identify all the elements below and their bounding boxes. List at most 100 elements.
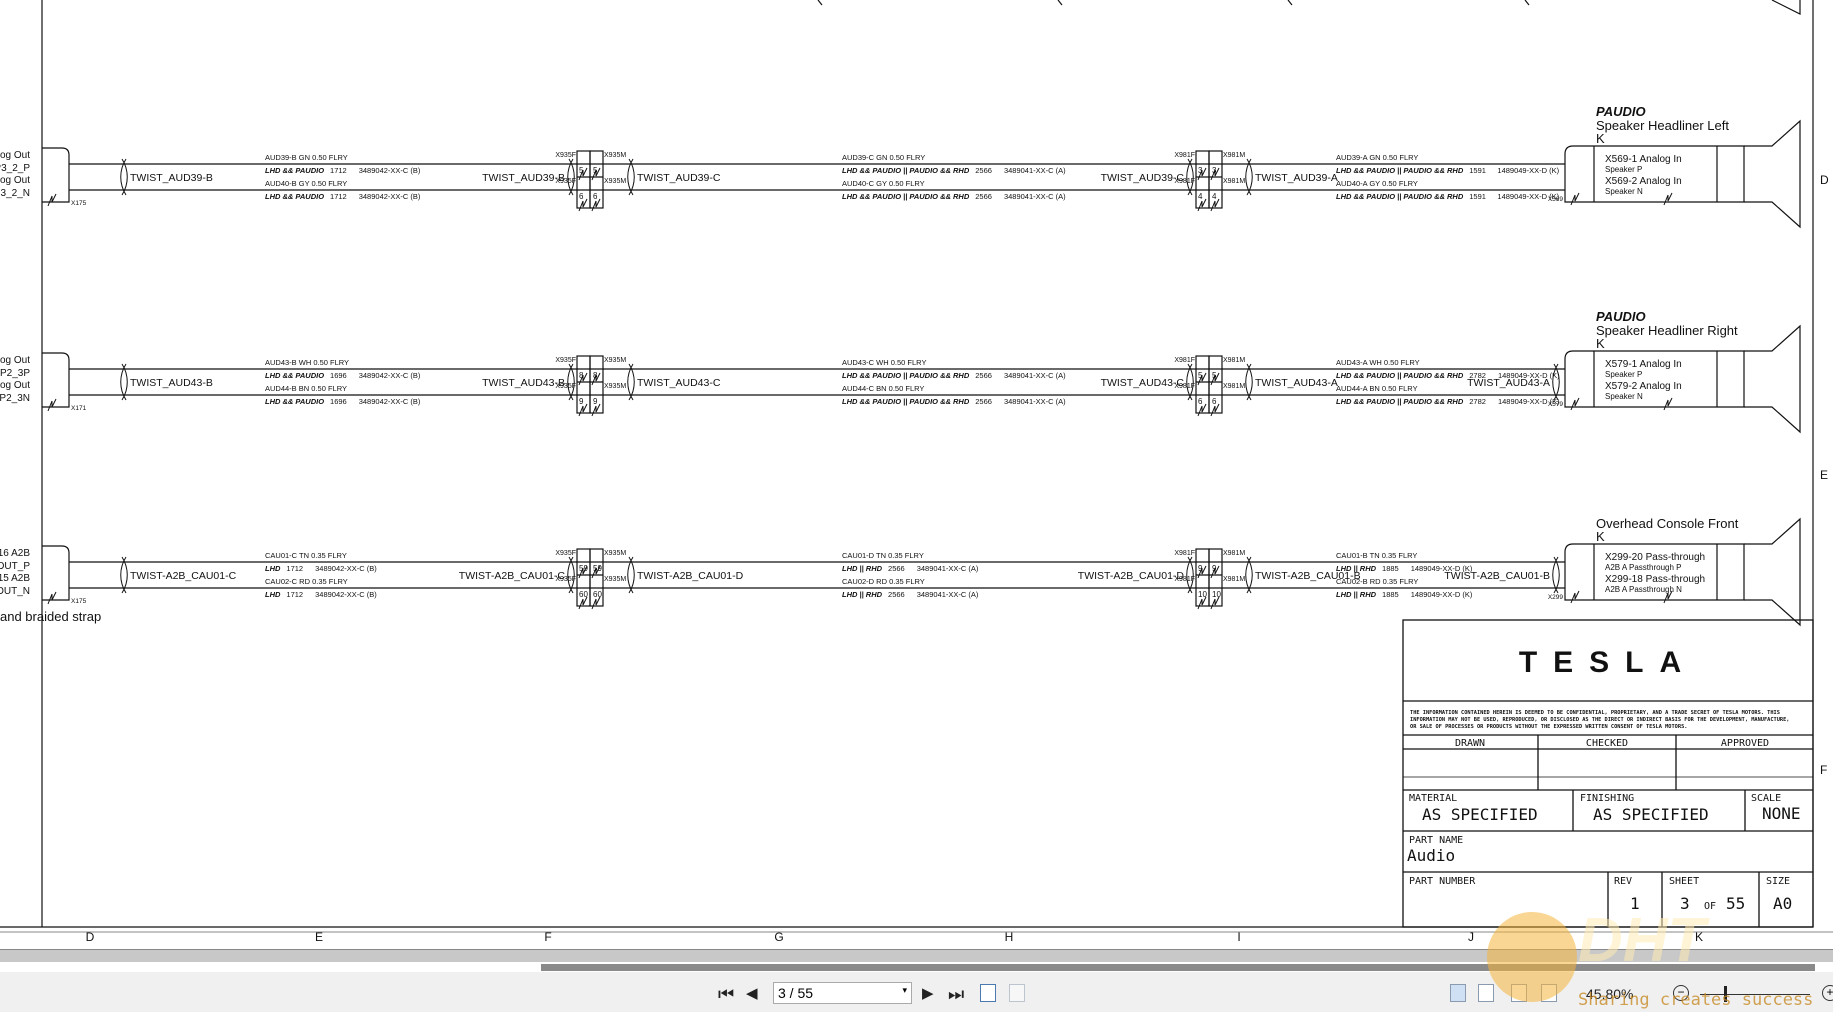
connector-label: X935M [604,152,626,159]
wire-spec: AUD44-C BN 0.50 FLRY [842,384,924,393]
finishing-label: FINISHING [1580,793,1634,804]
wire-condition: LHD || RHD 2566 3489041-XX-C (A) [842,590,979,599]
device-pin-desc: Speaker N [1605,392,1643,401]
speaker-icon [1744,119,1801,229]
go-back-view-icon[interactable] [980,984,996,1002]
column-letter: H [1005,930,1014,944]
connector-label: X981M [1223,550,1245,557]
connector-label: X935F [555,178,576,185]
connector-label: X981M [1223,576,1245,583]
single-page-view-icon[interactable] [1450,984,1466,1002]
wire-condition: LHD 1712 3489042-XX-C (B) [265,564,377,573]
scale-label: SCALE [1751,793,1781,804]
twist-label: TWIST_AUD43-C [1101,377,1185,389]
size-label: SIZE [1766,876,1790,887]
connector-label: X935F [555,576,576,583]
prev-page-icon[interactable]: ◀ [746,984,758,1004]
source-pin-label: MP2_3N [0,393,30,404]
speaker-icon [1744,324,1801,434]
connector-label: X299 [1548,594,1564,601]
device-pin: X299-18 Pass-through [1605,574,1705,585]
continuous-view-icon[interactable] [1478,984,1494,1002]
wire-spec: AUD39-C GN 0.50 FLRY [842,153,925,162]
size-value: A0 [1773,894,1792,913]
device-pin-desc: A2B A Passthrough N [1605,585,1682,594]
column-letter: F [544,930,551,944]
go-forward-view-icon[interactable] [1009,984,1025,1002]
part-name-value: Audio [1407,846,1455,865]
twist-label: TWIST_AUD39-B [482,172,565,184]
confidential-line-2: INFORMATION MAY NOT BE USED, REPRODUCED,… [1410,717,1790,723]
twist-label: TWIST-A2B_CAU01-C [130,570,237,582]
first-page-icon[interactable]: ⏮ [718,984,734,1004]
source-pin-label: og Out [0,380,30,391]
wire-spec: AUD44-A BN 0.50 FLRY [1336,384,1418,393]
wire-spec: CAU01-D TN 0.35 FLRY [842,551,924,560]
twist-label: TWIST_AUD43-B [130,377,213,389]
wire-condition: LHD && PAUDIO || PAUDIO && RHD 2566 348904… [842,397,1066,406]
row-letter: E [1820,468,1828,482]
device-name: Speaker Headliner Right [1596,323,1738,338]
pin-number: 60 [593,590,602,599]
device-pin: X579-2 Analog In [1605,381,1682,392]
device-location: K [1596,131,1605,146]
pin-number: 6 [1198,397,1203,406]
pin-number: 9 [579,397,584,406]
title-block-text: TESLA THE INFORMATION CONTAINED HEREIN I… [1407,646,1801,913]
connector-label: X981F [1174,576,1195,583]
wire-condition: LHD || RHD 1885 1489049-XX-D (K) [1336,564,1473,573]
wire-condition: LHD && PAUDIO 1696 3489042-XX-C (B) [265,371,421,380]
circuit-row: X175 16 A2B -OUT_P15 A2B -OUT_Nand braided … [0,516,1801,627]
watermark-tagline: Sharing creates success [1578,990,1814,1010]
sheet-of: OF [1704,901,1716,912]
twist-label: TWIST_AUD43-B [482,377,565,389]
break-mark [1570,192,1580,206]
pin-number: 9 [593,397,598,406]
next-page-icon[interactable]: ▶ [922,984,934,1004]
connector-label: X981F [1174,178,1195,185]
connector-label: X569 [1548,196,1564,203]
zoom-in-icon[interactable]: + [1822,985,1833,1001]
device-option: PAUDIO [1596,104,1646,119]
break-mark [1570,590,1580,604]
chevron-down-icon: ▾ [902,985,907,995]
row-letter: D [1820,173,1829,187]
wire-condition: LHD && PAUDIO || PAUDIO && RHD 2566 348904… [842,371,1066,380]
connector-label: X175 [71,200,87,207]
wire-condition: LHD && PAUDIO || PAUDIO && RHD 1591 148904… [1336,192,1560,201]
wire-spec: AUD40-B GY 0.50 FLRY [265,179,347,188]
device-pin-desc: Speaker P [1605,165,1642,174]
part-number-label: PART NUMBER [1409,876,1476,887]
twist-label: TWIST-A2B_CAU01-D [637,570,744,582]
wire-spec: AUD40-A GY 0.50 FLRY [1336,179,1418,188]
wire-condition: LHD && PAUDIO 1712 3489042-XX-C (B) [265,192,421,201]
wire-condition: LHD && PAUDIO || PAUDIO && RHD 1591 148904… [1336,166,1560,175]
connector-label: X981F [1174,357,1195,364]
device-pin-desc: Speaker P [1605,370,1642,379]
device-pin-desc: Speaker N [1605,187,1643,196]
twist-label: TWIST_AUD43-C [637,377,721,389]
column-letter: J [1468,930,1474,944]
twist-label: TWIST-A2B_CAU01-C [459,570,566,582]
last-page-icon[interactable]: ⏭ [948,984,964,1004]
column-letter: G [774,930,783,944]
wire-condition: LHD && PAUDIO || PAUDIO && RHD 2782 148904… [1336,397,1560,406]
wire-spec: CAU02-D RD 0.35 FLRY [842,577,925,586]
wire-condition: LHD && PAUDIO 1696 3489042-XX-C (B) [265,397,421,406]
page-value: 3 / 55 [778,985,814,1001]
twist-label: TWIST_AUD39-B [130,172,213,184]
connector-label: X981M [1223,383,1245,390]
connector-label: X935F [555,383,576,390]
device-pin: X579-1 Analog In [1605,359,1682,370]
pin-number: 4 [1198,192,1203,201]
wire-condition: LHD && PAUDIO || PAUDIO && RHD 2782 148904… [1336,371,1560,380]
top-partial-marks [817,0,1801,15]
pin-number: 6 [1212,397,1217,406]
wire-spec: AUD43-C WH 0.50 FLRY [842,358,926,367]
pin-number: 10 [1212,590,1221,599]
page-select[interactable]: 3 / 55 ▾ [773,982,912,1004]
connector-label: X579 [1548,401,1564,408]
break-mark [47,591,57,605]
wire-spec: CAU02-B RD 0.35 FLRY [1336,577,1418,586]
connector-label: X171 [71,405,87,412]
